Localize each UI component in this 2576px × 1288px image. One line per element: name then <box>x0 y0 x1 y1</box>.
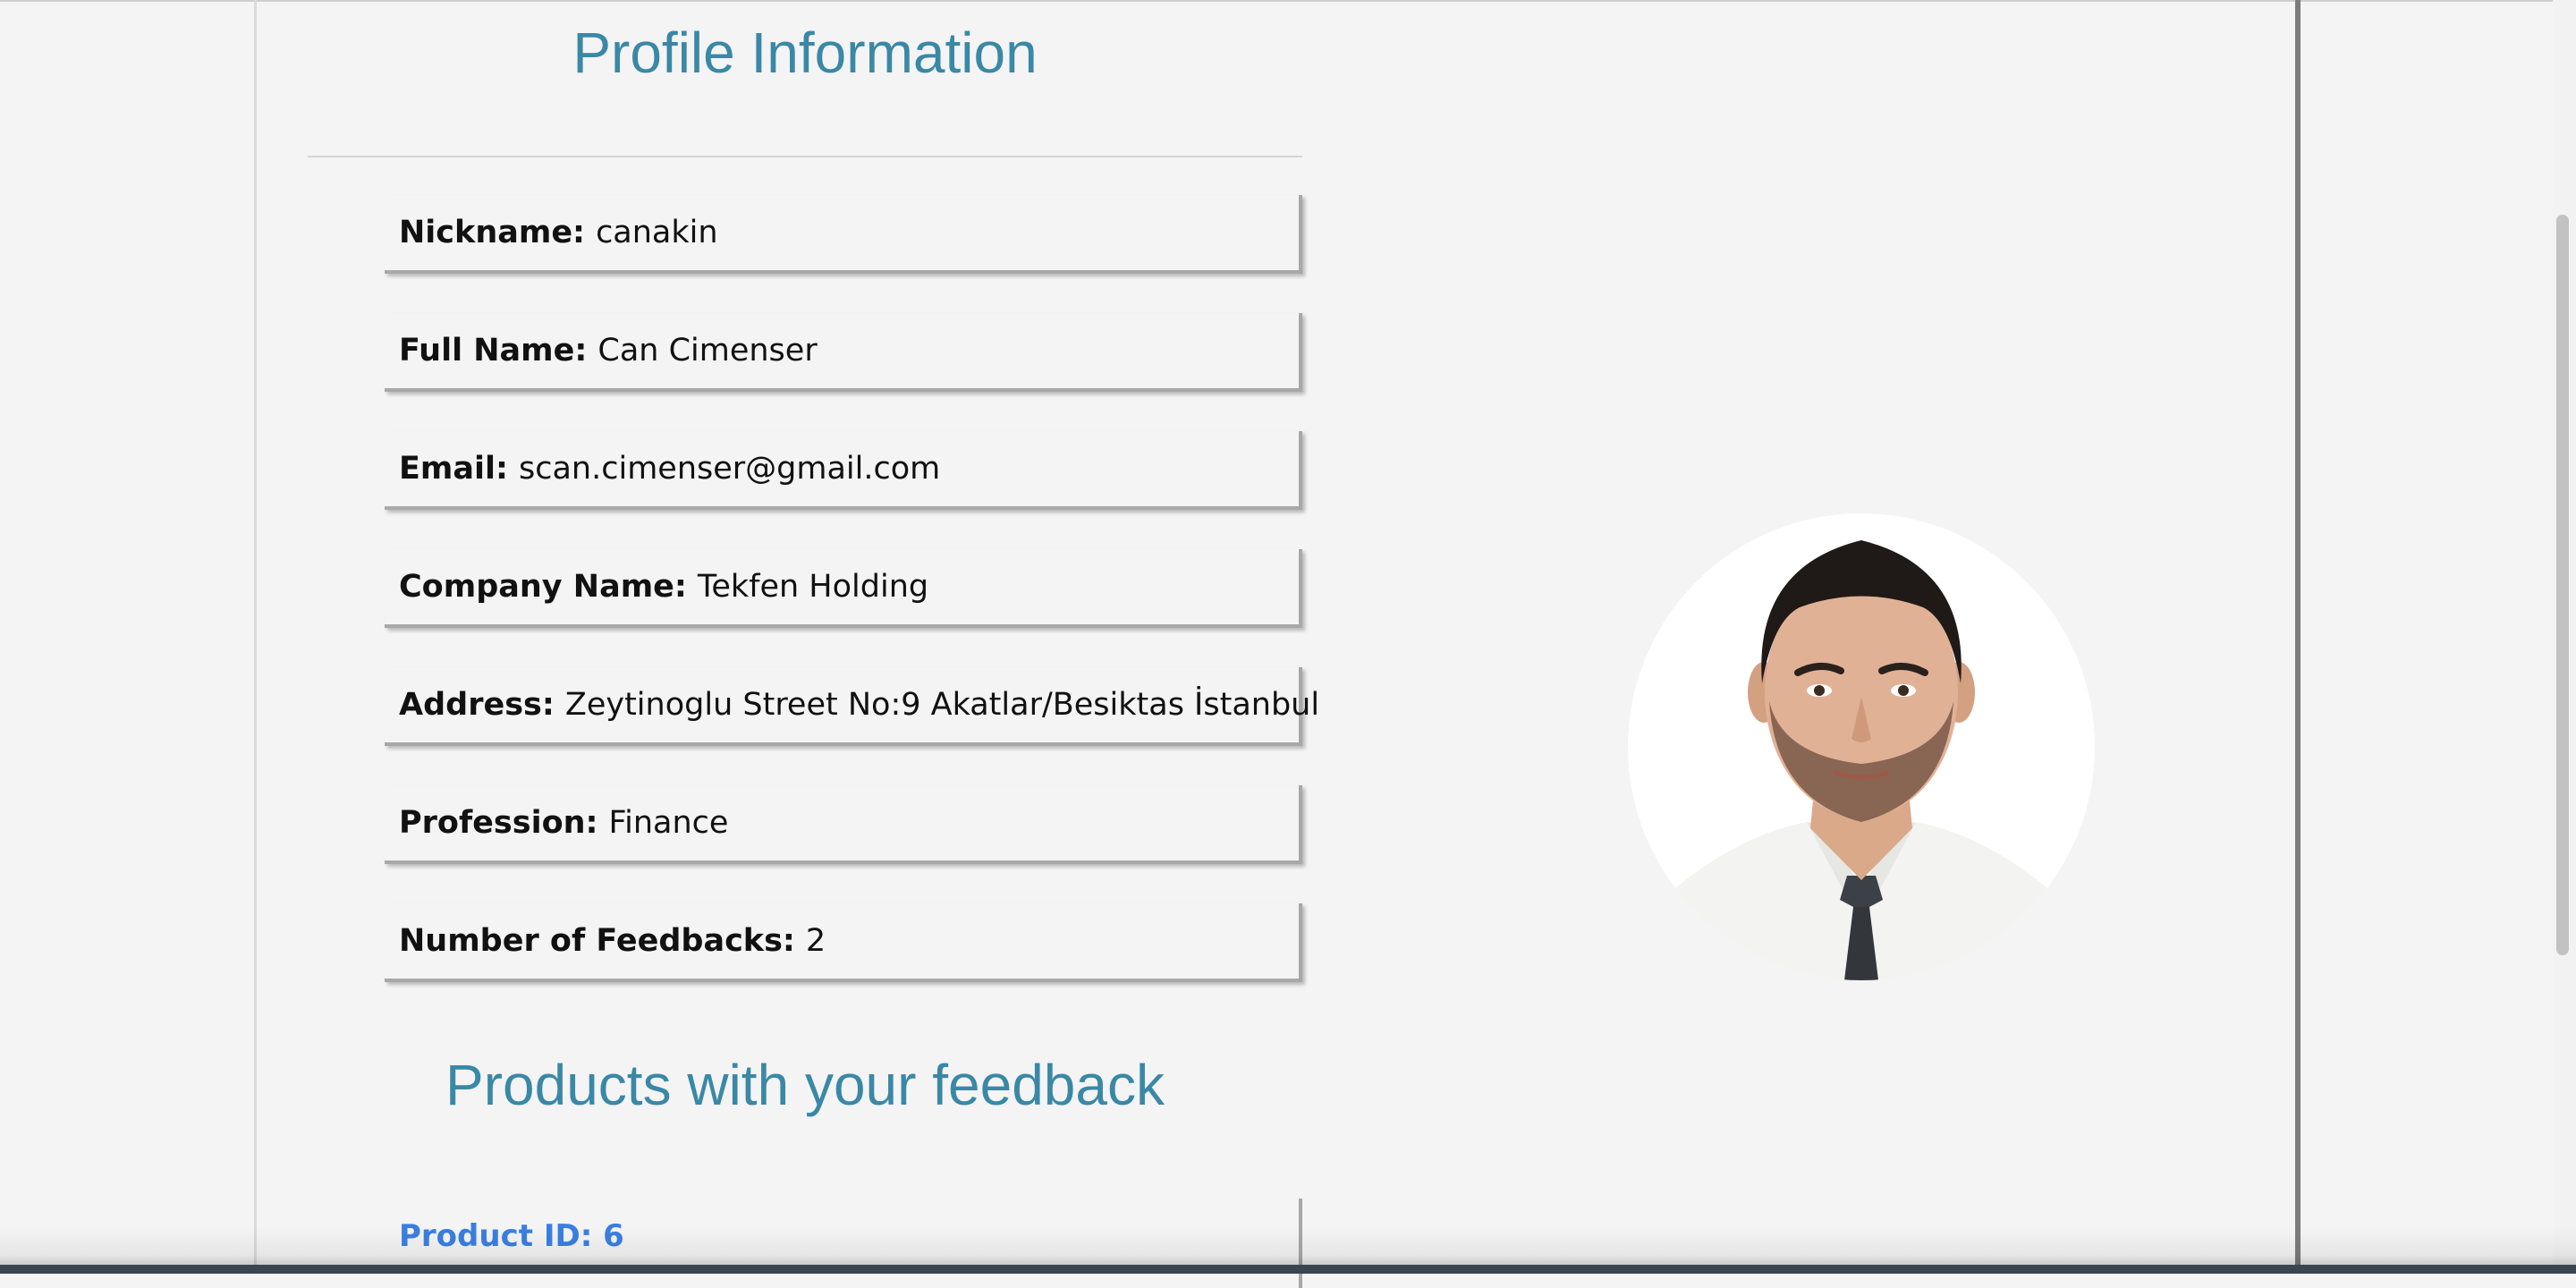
field-label: Number of Feedbacks: <box>399 923 795 959</box>
field-label: Address: <box>399 687 555 723</box>
title-divider <box>308 156 1302 157</box>
email-field: Email: scan.cimenser@gmail.com <box>385 431 1302 510</box>
field-label: Profession: <box>399 805 598 841</box>
address-field: Address: Zeytinoglu Street No:9 Akatlar/… <box>385 667 1319 746</box>
feedback-count-field: Number of Feedbacks: 2 <box>385 903 1302 982</box>
avatar <box>1628 513 2095 980</box>
field-label: Full Name: <box>399 333 588 369</box>
field-value: 2 <box>805 923 826 959</box>
field-value: canakin <box>596 215 718 250</box>
content-left-border <box>254 0 257 1274</box>
field-value: Tekfen Holding <box>697 569 929 605</box>
field-value: Zeytinoglu Street No:9 Akatlar/Besiktas … <box>564 687 1320 723</box>
field-value: Can Cimenser <box>597 333 818 369</box>
feedback-section-title: Products with your feedback <box>445 1053 1165 1117</box>
company-name-field: Company Name: Tekfen Holding <box>385 549 1302 628</box>
full-name-field: Full Name: Can Cimenser <box>385 313 1302 392</box>
window-top-edge <box>0 0 2576 2</box>
product-id-link[interactable]: Product ID: 6 <box>399 1218 624 1254</box>
page-title: Profile Information <box>572 21 1038 85</box>
nickname-field: Nickname: canakin <box>385 195 1302 274</box>
field-value: Finance <box>608 805 729 841</box>
profession-field: Profession: Finance <box>385 785 1302 864</box>
field-label: Company Name: <box>399 569 687 605</box>
field-label: Email: <box>399 451 508 487</box>
window-bottom-edge <box>0 1265 2576 1274</box>
field-value: scan.cimenser@gmail.com <box>519 451 941 487</box>
product-card[interactable]: Product ID: 6 <box>385 1199 1302 1288</box>
field-label: Nickname: <box>399 215 586 250</box>
scrollbar-thumb[interactable] <box>2556 215 2569 955</box>
content-right-border <box>2295 0 2301 1274</box>
profile-photo-icon <box>1628 513 2095 980</box>
